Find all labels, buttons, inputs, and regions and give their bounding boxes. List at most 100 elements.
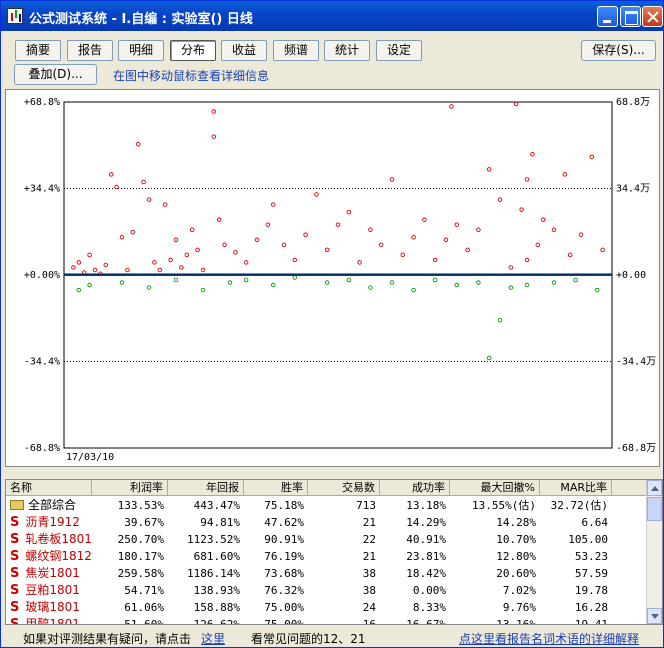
row-value-cell: 713 <box>356 499 376 512</box>
row-value-cell: 18.42% <box>406 567 446 580</box>
stock-type-icon: S <box>10 532 20 547</box>
row-value-cell: 6.64 <box>581 516 609 529</box>
scroll-down-icon[interactable] <box>647 608 662 624</box>
col-header-annual-return[interactable]: 年回报 <box>168 480 244 496</box>
row-value-cell: 10.70% <box>496 533 536 546</box>
row-value-cell: 90.91% <box>264 533 304 546</box>
stock-type-icon: S <box>10 515 20 530</box>
row-value-cell: 16.28 <box>574 601 608 614</box>
title-bar[interactable]: 公式测试系统 - I.自编 : 实验室() 日线 <box>1 1 663 31</box>
table-row[interactable]: S 焦炭1801 259.58% 1186.14% 73.68% 38 18.42% 20.6… <box>6 565 648 582</box>
row-value-cell: 94.81% <box>200 516 240 529</box>
overlay-button[interactable]: 叠加(D)... <box>14 64 97 85</box>
row-value-cell: 23.81% <box>406 550 446 563</box>
col-header-mar-ratio[interactable]: MAR比率 <box>540 480 612 496</box>
row-value-cell: 9.76% <box>502 601 536 614</box>
tab-distribution[interactable]: 分布 <box>170 40 216 61</box>
glossary-link[interactable]: 点这里看报告名词术语的详细解释 <box>459 630 639 647</box>
scroll-thumb[interactable] <box>647 497 662 521</box>
save-button[interactable]: 保存(S)... <box>581 40 656 61</box>
row-value-cell: 32.72(估) <box>550 499 608 512</box>
row-value-cell: 51.60% <box>124 618 164 625</box>
table-row[interactable]: S 甲醇1801 51.60% 126.62% 75.00% 16 16.67% 13.16%… <box>6 616 648 625</box>
status-help-text: 如果对评测结果有疑问，请点击 <box>23 632 192 646</box>
row-value-cell: 259.58% <box>117 567 164 580</box>
maximize-button[interactable] <box>620 6 641 27</box>
row-value-cell: 16 <box>362 618 376 625</box>
table-row[interactable]: S 螺纹钢1812 180.17% 681.60% 76.19% 21 23.81% 12.8… <box>6 548 648 565</box>
row-value-cell: 53.23 <box>574 550 608 563</box>
chart-hint-text: 在图中移动鼠标查看详细信息 <box>113 69 270 83</box>
y-tick-label-left: +68.8% <box>24 97 60 108</box>
table-vertical-scrollbar[interactable] <box>646 480 662 624</box>
table-header-row: 名称 利润率 年回报 胜率 交易数 成功率 最大回撤% MAR比率 <box>6 480 648 496</box>
row-value-cell: 75.00% <box>264 601 304 614</box>
table-row[interactable]: S 玻璃1801 61.06% 158.88% 75.00% 24 8.33% 9.76% 16… <box>6 599 648 616</box>
row-value-cell: 13.55%(估) <box>472 499 536 512</box>
tab-details[interactable]: 明细 <box>118 40 164 61</box>
row-value-cell: 57.59 <box>574 567 608 580</box>
row-name: 甲醇1801 <box>25 617 80 625</box>
row-name: 螺纹钢1812 <box>25 549 92 563</box>
table-row[interactable]: S 轧卷板1801 250.70% 1123.52% 90.91% 22 40.91% 10.… <box>6 531 648 548</box>
row-value-cell: 13.16% <box>496 618 536 625</box>
row-value-cell: 73.68% <box>264 567 304 580</box>
row-value-cell: 22 <box>362 533 376 546</box>
row-value-cell: 19.41 <box>574 618 608 625</box>
row-name: 全部综合 <box>28 498 77 512</box>
minimize-button[interactable] <box>597 6 618 27</box>
distribution-chart-panel[interactable]: +68.8% 68.8万 +34.4% 34.4万 +0.00% +0.00 -34.4% -… <box>5 89 660 467</box>
col-header-profit-rate[interactable]: 利润率 <box>92 480 168 496</box>
y-tick-label-right: +0.00 <box>616 270 646 281</box>
row-name: 轧卷板1801 <box>25 532 92 546</box>
tab-returns[interactable]: 收益 <box>221 40 267 61</box>
y-tick-label-right: 68.8万 <box>616 97 650 108</box>
y-tick-label-right: -34.4万 <box>616 357 656 368</box>
distribution-scatter-chart[interactable]: +68.8% 68.8万 +34.4% 34.4万 +0.00% +0.00 -34.4% -… <box>6 90 661 468</box>
y-tick-label-left: -68.8% <box>24 443 60 454</box>
table-row[interactable]: S 豆粕1801 54.71% 138.93% 76.32% 38 0.00% 7.02% 19… <box>6 582 648 599</box>
y-tick-label-right: 34.4万 <box>616 184 650 195</box>
row-value-cell: 12.80% <box>496 550 536 563</box>
status-bar: 如果对评测结果有疑问，请点击 这里 看常见问题的12、21 点这里看报告名词术语… <box>1 627 663 647</box>
tab-statistics[interactable]: 统计 <box>324 40 370 61</box>
table-row[interactable]: 全部综合 133.53% 443.47% 75.18% 713 13.18% 13.55%(… <box>6 497 648 514</box>
row-value-cell: 8.33% <box>412 601 446 614</box>
tab-spectrum[interactable]: 频谱 <box>273 40 319 61</box>
tab-settings[interactable]: 设定 <box>376 40 422 61</box>
row-name: 豆粕1801 <box>25 583 80 597</box>
row-value-cell: 1123.52% <box>187 533 240 546</box>
row-value-cell: 13.18% <box>406 499 446 512</box>
row-value-cell: 24 <box>362 601 376 614</box>
tab-report[interactable]: 报告 <box>67 40 113 61</box>
col-header-success-rate[interactable]: 成功率 <box>380 480 450 496</box>
row-value-cell: 75.18% <box>264 499 304 512</box>
app-chart-icon <box>7 8 23 24</box>
close-button[interactable] <box>642 6 663 27</box>
faq-link[interactable]: 这里 <box>201 630 225 647</box>
row-value-cell: 75.00% <box>264 618 304 625</box>
row-name-cell: 全部综合 <box>6 497 92 514</box>
status-faq-text: 看常见问题的12、21 <box>251 632 366 646</box>
row-value-cell: 16.67% <box>406 618 446 625</box>
col-header-name[interactable]: 名称 <box>6 480 92 496</box>
y-tick-label-left: -34.4% <box>24 357 60 368</box>
table-row[interactable]: S 沥青1912 39.67% 94.81% 47.62% 21 14.29% 14.28% 6… <box>6 514 648 531</box>
y-tick-label-left: +34.4% <box>24 184 60 195</box>
col-header-trade-count[interactable]: 交易数 <box>308 480 380 496</box>
row-value-cell: 443.47% <box>193 499 240 512</box>
col-header-max-drawdown[interactable]: 最大回撤% <box>450 480 540 496</box>
row-value-cell: 133.53% <box>117 499 164 512</box>
col-header-win-rate[interactable]: 胜率 <box>244 480 308 496</box>
results-table[interactable]: 名称 利润率 年回报 胜率 交易数 成功率 最大回撤% MAR比率 全部综合 13… <box>5 479 663 625</box>
row-name-cell: S 焦炭1801 <box>6 565 92 582</box>
row-value-cell: 250.70% <box>117 533 164 546</box>
stock-type-icon: S <box>10 566 20 581</box>
tab-summary[interactable]: 摘要 <box>15 40 61 61</box>
stock-type-icon: S <box>10 617 20 625</box>
row-value-cell: 1186.14% <box>187 567 240 580</box>
row-value-cell: 0.00% <box>412 584 446 597</box>
row-value-cell: 38 <box>362 567 376 580</box>
row-value-cell: 47.62% <box>264 516 304 529</box>
scroll-up-icon[interactable] <box>647 480 662 496</box>
